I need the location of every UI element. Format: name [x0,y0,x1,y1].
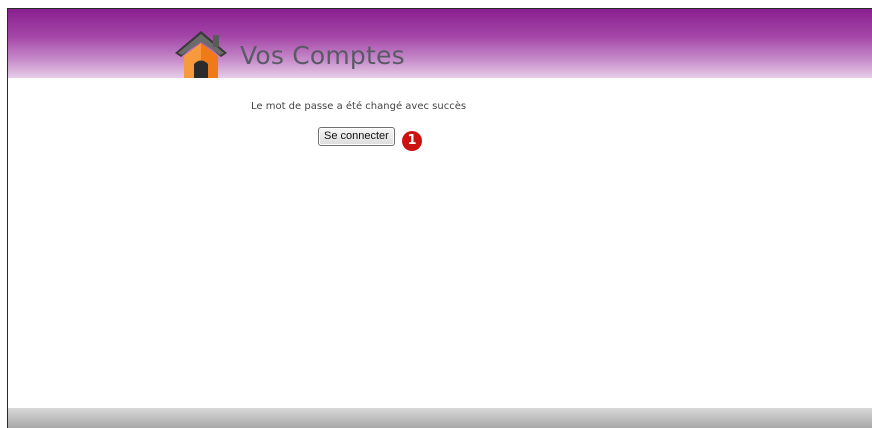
success-message: Le mot de passe a été changé avec succès [251,101,467,112]
house-icon [173,29,229,79]
page-title: Vos Comptes [240,41,405,70]
login-button[interactable]: Se connecter [318,127,395,146]
page-frame: Vos Comptes Le mot de passe a été changé… [7,8,872,428]
header-bar: Vos Comptes [8,9,872,78]
annotation-marker: 1 [402,131,422,151]
footer-bar [8,408,872,428]
